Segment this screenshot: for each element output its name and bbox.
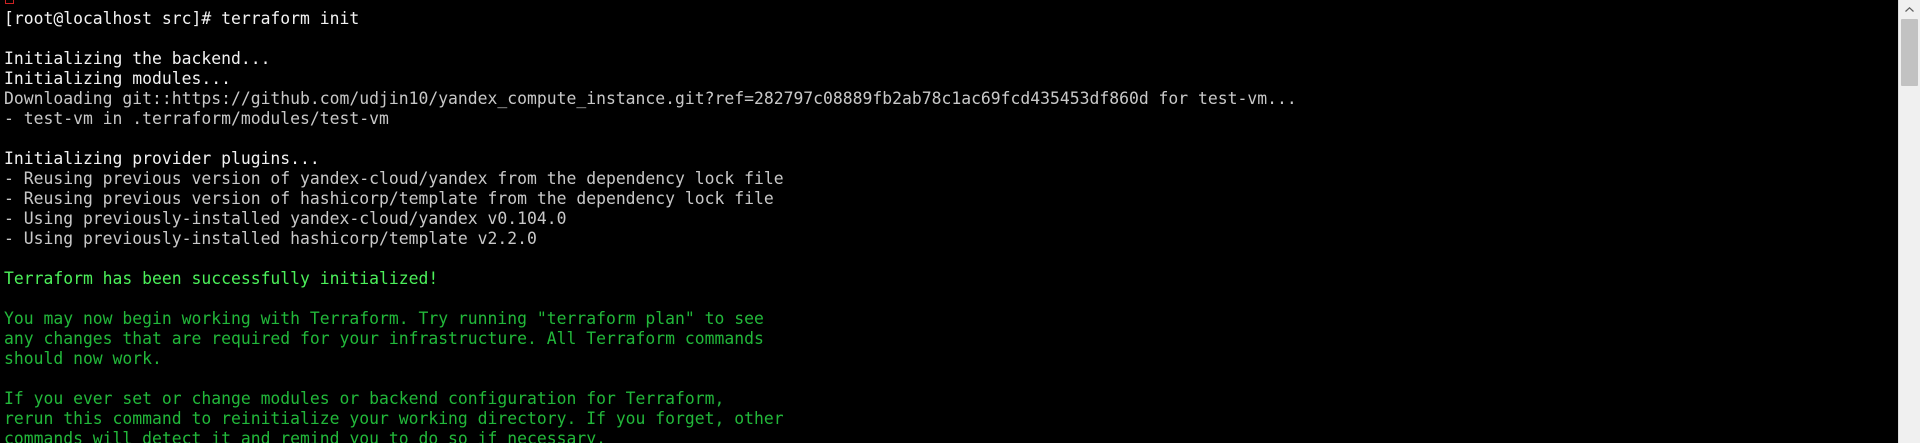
terminal-line: - Reusing previous version of yandex-clo… xyxy=(4,169,784,188)
terminal-line: Downloading git::https://github.com/udji… xyxy=(4,89,1297,108)
terminal-line: rerun this command to reinitialize your … xyxy=(4,409,784,428)
scroll-thumb[interactable] xyxy=(1901,19,1918,86)
terminal-line: Terraform has been successfully initiali… xyxy=(4,269,439,288)
terminal-line: [root@localhost src]# terraform init xyxy=(4,9,360,28)
terminal-line: - Using previously-installed hashicorp/t… xyxy=(4,229,537,248)
terminal-line: commands will detect it and remind you t… xyxy=(4,429,606,443)
terminal-line: You may now begin working with Terraform… xyxy=(4,309,764,328)
terminal-line: Initializing provider plugins... xyxy=(4,149,320,168)
chevron-up-icon xyxy=(1905,6,1914,12)
terminal-line: Initializing modules... xyxy=(4,69,231,88)
terminal-line: any changes that are required for your i… xyxy=(4,329,764,348)
terminal-line: Initializing the backend... xyxy=(4,49,271,68)
terminal-output: [root@localhost src]# terraform init Ini… xyxy=(4,9,1297,443)
scroll-up-button[interactable] xyxy=(1899,0,1920,18)
terminal-line: - Reusing previous version of hashicorp/… xyxy=(4,189,774,208)
terminal-line: should now work. xyxy=(4,349,162,368)
cursor-marker xyxy=(5,0,14,4)
terminal-line: - test-vm in .terraform/modules/test-vm xyxy=(4,109,389,128)
terminal-line: - Using previously-installed yandex-clou… xyxy=(4,209,567,228)
vertical-scrollbar[interactable] xyxy=(1898,0,1920,443)
terminal-line: If you ever set or change modules or bac… xyxy=(4,389,725,408)
terminal-window[interactable]: [root@localhost src]# terraform init Ini… xyxy=(0,0,1898,443)
